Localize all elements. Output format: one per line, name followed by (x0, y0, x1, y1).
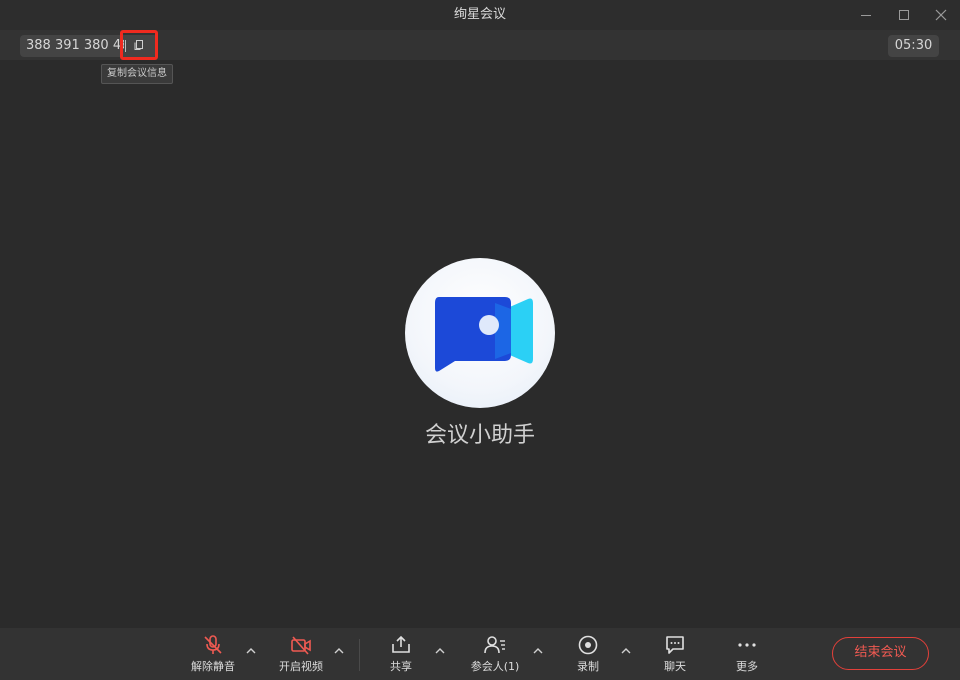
meeting-id: 388 391 380 46 (26, 38, 124, 53)
record-button[interactable]: 录制 (555, 628, 621, 680)
participant-name: 会议小助手 (424, 423, 535, 448)
chevron-up-icon (435, 648, 445, 654)
mic-off-icon (204, 635, 222, 654)
copy-tooltip: 复制会议信息 (101, 64, 173, 84)
camera-off-icon (291, 636, 311, 655)
start-video-label: 开启视频 (279, 660, 323, 673)
minimize-button[interactable] (847, 0, 885, 30)
record-label: 录制 (577, 660, 599, 673)
meeting-toolbar: 解除静音 开启视频 共享 参会人(1) 录制 聊天 更多 结束会议 (0, 628, 960, 680)
window-title: 绚星会议 (453, 7, 506, 22)
close-icon (935, 9, 947, 21)
more-icon (738, 643, 756, 647)
title-bar: 绚星会议 (0, 0, 960, 30)
chat-icon (666, 636, 684, 654)
meeting-timer: 05:30 (888, 35, 939, 57)
participant-avatar (405, 258, 555, 408)
record-options-caret[interactable] (617, 642, 635, 660)
maximize-button[interactable] (885, 0, 923, 30)
chevron-up-icon (246, 648, 256, 654)
video-options-caret[interactable] (330, 642, 348, 660)
share-button[interactable]: 共享 (368, 628, 434, 680)
share-options-caret[interactable] (431, 642, 449, 660)
chevron-up-icon (533, 648, 543, 654)
close-button[interactable] (922, 0, 960, 30)
audio-options-caret[interactable] (242, 642, 260, 660)
share-icon (392, 635, 410, 653)
participants-options-caret[interactable] (529, 642, 547, 660)
participants-icon (484, 636, 505, 654)
copy-meeting-info-button[interactable] (120, 30, 158, 60)
participants-label: 参会人(1) (470, 660, 520, 673)
participants-button[interactable]: 参会人(1) (462, 628, 528, 680)
end-meeting-button[interactable]: 结束会议 (832, 637, 929, 670)
minimize-icon (861, 15, 871, 16)
more-button[interactable]: 更多 (714, 628, 780, 680)
record-icon (578, 635, 598, 655)
chat-button[interactable]: 聊天 (642, 628, 708, 680)
video-camera-logo-icon (435, 297, 533, 372)
maximize-icon (899, 10, 909, 20)
share-label: 共享 (390, 660, 412, 673)
more-label: 更多 (736, 660, 758, 673)
chevron-up-icon (621, 648, 631, 654)
unmute-button[interactable]: 解除静音 (180, 628, 246, 680)
chevron-up-icon (334, 648, 344, 654)
meeting-window: 绚星会议 388 391 380 46 05:30 复制会议信息 会议小助手 解… (0, 0, 960, 680)
unmute-label: 解除静音 (191, 660, 235, 673)
start-video-button[interactable]: 开启视频 (268, 628, 334, 680)
copy-icon (134, 40, 143, 50)
